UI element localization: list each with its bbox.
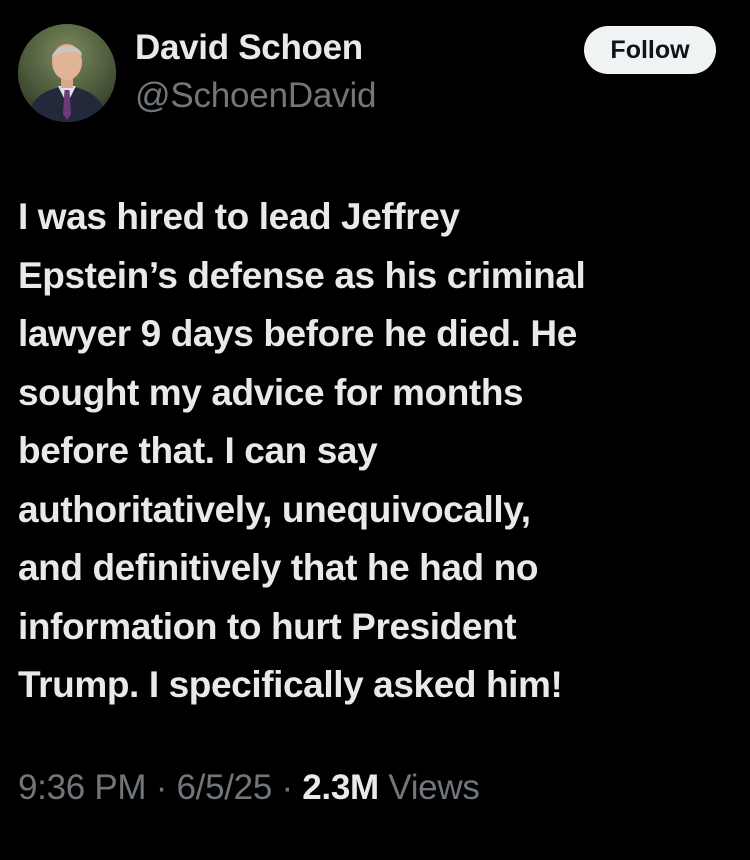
views-count[interactable]: 2.3M: [302, 768, 379, 807]
meta-separator: ·: [155, 768, 168, 807]
follow-button[interactable]: Follow: [584, 26, 716, 74]
tweet-text-line: Trump. I specifically asked him!: [18, 664, 563, 705]
tweet-time[interactable]: 9:36 PM: [18, 768, 147, 807]
tweet-text-line: Epstein’s defense as his criminal: [18, 254, 586, 296]
tweet-text-line: and definitively that he had no: [18, 547, 539, 588]
user-handle[interactable]: @SchoenDavid: [135, 76, 377, 116]
tweet-text-line: sought my advice for months: [18, 371, 524, 413]
tweet-text-line: lawyer 9 days before he died. He: [18, 313, 577, 354]
tweet-text-line: before that. I can say: [18, 430, 378, 471]
tweet-text-line: authoritatively, unequivocally,: [18, 488, 531, 530]
meta-separator: ·: [281, 768, 293, 807]
avatar[interactable]: [18, 24, 116, 122]
tweet-date[interactable]: 6/5/25: [176, 768, 272, 807]
tweet-card: David Schoen @SchoenDavid Follow I was h…: [0, 0, 750, 860]
tweet-text-line: information to hurt President: [18, 605, 517, 647]
views-label: Views: [388, 768, 480, 807]
tweet-text: I was hired to lead Jeffrey Epstein’s de…: [18, 188, 738, 715]
tweet-meta: 9:36 PM · 6/5/25 · 2.3M Views: [18, 768, 480, 808]
tweet-text-line: I was hired to lead Jeffrey: [18, 196, 460, 237]
profile-photo-icon: [18, 24, 116, 122]
display-name[interactable]: David Schoen: [135, 28, 363, 68]
